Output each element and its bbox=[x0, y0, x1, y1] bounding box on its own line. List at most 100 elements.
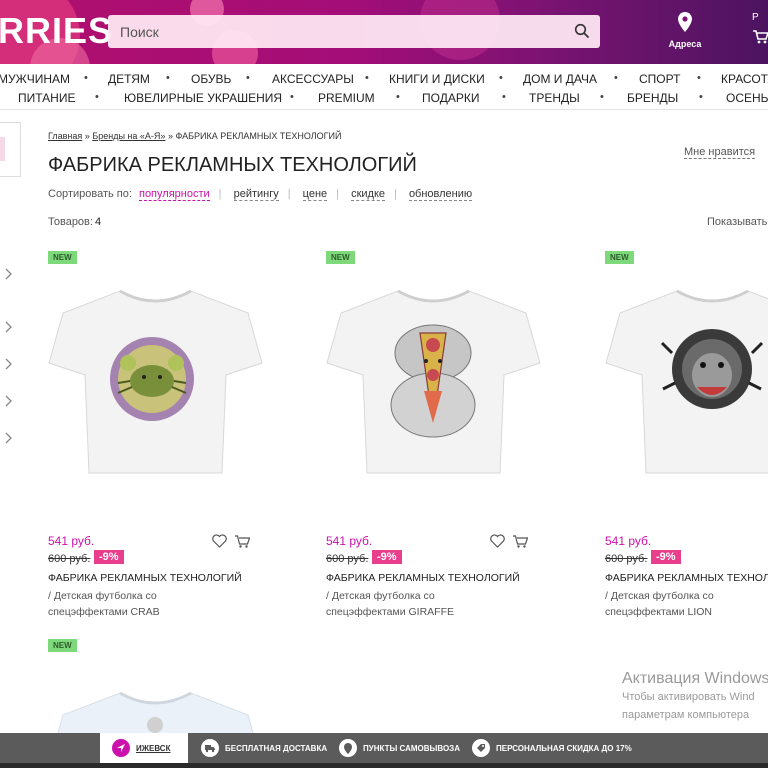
breadcrumb-separator: » bbox=[167, 131, 173, 141]
header-cart-label: Р bbox=[752, 12, 759, 23]
nav-item-men[interactable]: МУЖЧИНАМ bbox=[0, 72, 70, 86]
nav-separator: • bbox=[499, 72, 503, 84]
nav-item-kids[interactable]: ДЕТЯМ bbox=[108, 72, 150, 86]
nav-item-shoes[interactable]: ОБУВЬ bbox=[191, 72, 231, 86]
breadcrumb-home[interactable]: Главная bbox=[48, 131, 82, 141]
new-badge: NEW bbox=[326, 251, 355, 264]
city-item[interactable]: ИЖЕВСК bbox=[112, 733, 170, 763]
pickup-points-item[interactable]: ПУНКТЫ САМОВЫВОЗА bbox=[339, 733, 460, 763]
discount-badge: -9% bbox=[94, 550, 124, 564]
tshirt-image[interactable] bbox=[605, 283, 768, 483]
old-price: 600 руб. bbox=[326, 553, 369, 565]
nav-separator: • bbox=[600, 91, 604, 103]
nav-item-premium[interactable]: PREMIUM bbox=[318, 91, 375, 105]
sort-separator: | bbox=[218, 188, 222, 200]
tshirt-image[interactable] bbox=[48, 283, 263, 483]
old-price: 600 руб. bbox=[605, 553, 648, 565]
sort-popularity[interactable]: популярности bbox=[138, 188, 210, 201]
category-nav: МУЖЧИНАМ • ДЕТЯМ • ОБУВЬ • АКСЕССУАРЫ • … bbox=[0, 64, 768, 110]
windows-activation-watermark: Активация Windows Чтобы активировать Win… bbox=[622, 670, 768, 724]
nav-separator: • bbox=[697, 72, 701, 84]
product-brand[interactable]: ФАБРИКА РЕКЛАМНЫХ ТЕХНОЛОГИЙ bbox=[48, 572, 242, 584]
page: RRIES Адреса Р МУЖЧИНАМ • bbox=[0, 0, 768, 768]
truck-icon bbox=[201, 739, 219, 757]
nav-separator: • bbox=[95, 91, 99, 103]
sort-separator: | bbox=[336, 188, 340, 200]
breadcrumb-brands[interactable]: Бренды на «А-Я» bbox=[92, 131, 165, 141]
sort-discount[interactable]: скидке bbox=[351, 188, 386, 201]
new-badge: NEW bbox=[48, 251, 77, 264]
chevron-right-icon[interactable] bbox=[4, 358, 14, 370]
nav-item-gifts[interactable]: ПОДАРКИ bbox=[422, 91, 479, 105]
search-bar bbox=[108, 15, 600, 48]
sort-price[interactable]: цене bbox=[302, 188, 328, 201]
product-description[interactable]: / Детская футболка со спецэффектами LION bbox=[605, 588, 765, 620]
activation-line-2: параметрам компьютера bbox=[622, 709, 750, 721]
product-brand[interactable]: ФАБРИКА РЕКЛАМНЫХ ТЕХНОЛОГИЙ bbox=[326, 572, 520, 584]
city-label: ИЖЕВСК bbox=[136, 743, 171, 753]
header-cart[interactable]: Р bbox=[752, 12, 768, 45]
activation-title: Активация Windows bbox=[622, 670, 768, 687]
personal-discount-item[interactable]: ПЕРСОНАЛЬНАЯ СКИДКА ДО 17% bbox=[472, 733, 632, 763]
show-per-page[interactable]: Показывать bbox=[707, 216, 767, 228]
sort-label: Сортировать по: bbox=[48, 188, 132, 200]
breadcrumb-separator: » bbox=[84, 131, 90, 141]
chevron-right-icon[interactable] bbox=[4, 321, 14, 333]
nav-row-1: МУЖЧИНАМ • ДЕТЯМ • ОБУВЬ • АКСЕССУАРЫ • … bbox=[0, 72, 768, 90]
nav-separator: • bbox=[290, 91, 294, 103]
product-price: 541 руб. bbox=[48, 534, 95, 548]
navigation-arrow-icon bbox=[112, 739, 130, 757]
product-card[interactable]: NEW bbox=[48, 639, 278, 745]
nav-separator: • bbox=[614, 72, 618, 84]
new-badge: NEW bbox=[48, 639, 77, 652]
like-brand-link[interactable]: Мне нравится bbox=[684, 146, 756, 159]
site-header: RRIES Адреса Р bbox=[0, 0, 768, 64]
tshirt-image[interactable] bbox=[326, 283, 541, 483]
product-description[interactable]: / Детская футболка со спецэффектами GIRA… bbox=[326, 588, 486, 620]
sort-separator: | bbox=[287, 188, 291, 200]
product-card[interactable]: NEW 541 руб. 600 руб. -9% ФАБРИКА РЕКЛАМ… bbox=[48, 251, 278, 626]
free-delivery-item[interactable]: БЕСПЛАТНАЯ ДОСТАВКА bbox=[201, 733, 327, 763]
add-to-cart-icon[interactable] bbox=[512, 534, 528, 549]
nav-item-home[interactable]: ДОМ И ДАЧА bbox=[523, 72, 597, 86]
product-count-label: Товаров: bbox=[48, 216, 93, 228]
nav-item-jewelry[interactable]: ЮВЕЛИРНЫЕ УКРАШЕНИЯ bbox=[124, 91, 282, 105]
addresses-link[interactable]: Адреса bbox=[662, 12, 708, 49]
heart-icon[interactable] bbox=[212, 534, 227, 548]
activation-line-1: Чтобы активировать Wind bbox=[622, 691, 755, 703]
product-count-value: 4 bbox=[94, 216, 102, 228]
nav-item-autumn[interactable]: ОСЕНЬ bbox=[726, 91, 768, 105]
site-logo[interactable]: RRIES bbox=[0, 10, 113, 52]
nav-item-sport[interactable]: СПОРТ bbox=[639, 72, 680, 86]
product-brand[interactable]: ФАБРИКА РЕКЛАМНЫХ ТЕХНОЛОГИЙ bbox=[605, 572, 768, 584]
nav-item-books[interactable]: КНИГИ И ДИСКИ bbox=[389, 72, 485, 86]
page-title: ФАБРИКА РЕКЛАМНЫХ ТЕХНОЛОГИЙ bbox=[48, 154, 417, 176]
add-to-cart-icon[interactable] bbox=[234, 534, 250, 549]
old-price: 600 руб. bbox=[48, 553, 91, 565]
brand-thumbnail-image bbox=[0, 137, 5, 161]
nav-item-accessories[interactable]: АКСЕССУАРЫ bbox=[272, 72, 354, 86]
info-bar: ИЖЕВСК БЕСПЛАТНАЯ ДОСТАВКА ПУНКТЫ САМОВЫ… bbox=[0, 733, 768, 763]
product-description[interactable]: / Детская футболка со спецэффектами CRAB bbox=[48, 588, 208, 620]
discount-badge: -9% bbox=[651, 550, 681, 564]
sort-updated[interactable]: обновлению bbox=[408, 188, 473, 201]
chevron-right-icon[interactable] bbox=[4, 432, 14, 444]
sidebar-brand-thumbnail[interactable] bbox=[0, 122, 21, 177]
search-input[interactable] bbox=[108, 15, 568, 48]
product-card[interactable]: NEW 541 руб. 600 руб. -9% ФАБРИКА РЕКЛАМ… bbox=[326, 251, 556, 626]
search-icon[interactable] bbox=[574, 23, 590, 39]
sort-bar: Сортировать по: популярности | рейтингу | … bbox=[48, 188, 476, 201]
nav-item-food[interactable]: ПИТАНИЕ bbox=[18, 91, 75, 105]
heart-icon[interactable] bbox=[490, 534, 505, 548]
sort-separator: | bbox=[394, 188, 397, 200]
chevron-right-icon[interactable] bbox=[4, 395, 14, 407]
nav-item-trends[interactable]: ТРЕНДЫ bbox=[529, 91, 580, 105]
addresses-label: Адреса bbox=[668, 39, 702, 49]
chevron-right-icon[interactable] bbox=[4, 268, 14, 280]
tag-icon bbox=[472, 739, 490, 757]
sort-rating[interactable]: рейтингу bbox=[233, 188, 279, 201]
nav-item-beauty[interactable]: КРАСОТА bbox=[721, 72, 768, 86]
product-price: 541 руб. bbox=[326, 534, 373, 548]
product-card[interactable]: NEW 541 руб. 600 руб. -9% ФАБРИКА РЕКЛАМ… bbox=[605, 251, 768, 626]
nav-item-brands[interactable]: БРЕНДЫ bbox=[627, 91, 678, 105]
